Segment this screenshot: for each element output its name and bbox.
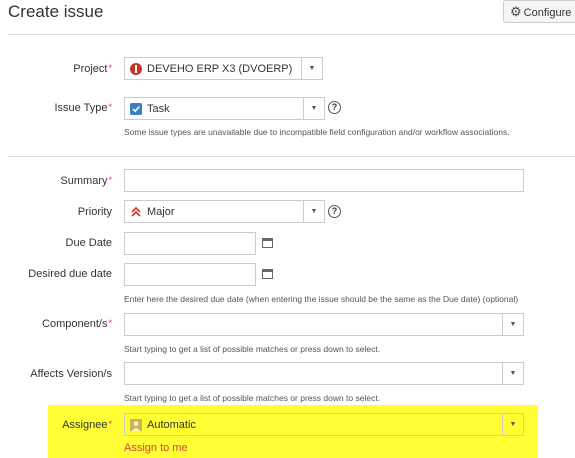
- issue-type-label: Issue Type*: [54, 102, 112, 114]
- required-marker: *: [108, 175, 112, 185]
- issue-type-hint: Some issue types are unavailable due to …: [124, 127, 510, 137]
- components-hint: Start typing to get a list of possible m…: [124, 344, 381, 354]
- required-marker: *: [108, 419, 112, 429]
- header-divider: [8, 34, 575, 35]
- priority-major-icon: [131, 206, 141, 217]
- chevron-down-icon: ▼: [303, 98, 324, 119]
- summary-input[interactable]: [124, 169, 524, 192]
- task-icon: [130, 103, 142, 115]
- components-select[interactable]: ▼: [124, 313, 524, 336]
- priority-label: Priority: [77, 206, 112, 218]
- issue-type-select[interactable]: Task ▼: [124, 97, 325, 120]
- configure-label: Configure: [523, 7, 572, 19]
- project-select[interactable]: DEVEHO ERP X3 (DVOERP) ▼: [124, 57, 323, 80]
- help-icon[interactable]: ?: [328, 205, 341, 218]
- desired-due-date-label: Desired due date: [28, 268, 112, 280]
- due-date-label: Due Date: [65, 237, 112, 249]
- desired-due-date-input[interactable]: [124, 263, 256, 286]
- calendar-icon[interactable]: [262, 269, 273, 279]
- chevron-down-icon: ▼: [502, 314, 523, 335]
- due-date-input[interactable]: [124, 232, 256, 255]
- required-marker: *: [108, 102, 112, 112]
- issue-type-value: Task: [147, 103, 170, 115]
- assignee-value: Automatic: [147, 419, 196, 431]
- section-divider: [8, 156, 575, 157]
- calendar-icon[interactable]: [262, 238, 273, 248]
- required-marker: *: [108, 318, 112, 328]
- assign-to-me-link[interactable]: Assign to me: [124, 442, 188, 454]
- affects-versions-label: Affects Version/s: [30, 368, 112, 380]
- priority-select[interactable]: Major ▼: [124, 200, 325, 223]
- project-value: DEVEHO ERP X3 (DVOERP): [147, 63, 293, 75]
- affects-versions-select[interactable]: ▼: [124, 362, 524, 385]
- page-title: Create issue: [8, 2, 104, 21]
- required-marker: *: [108, 63, 112, 73]
- help-icon[interactable]: ?: [328, 101, 341, 114]
- desired-due-date-hint: Enter here the desired due date (when en…: [124, 294, 519, 304]
- chevron-down-icon: ▼: [301, 58, 322, 79]
- configure-button[interactable]: ⚙ Configure: [503, 0, 575, 23]
- priority-value: Major: [147, 206, 175, 218]
- assignee-label: Assignee*: [62, 419, 112, 431]
- affects-versions-hint: Start typing to get a list of possible m…: [124, 393, 381, 403]
- project-avatar-icon: [130, 63, 142, 75]
- assignee-select[interactable]: Automatic ▼: [124, 413, 524, 436]
- project-label: Project*: [73, 63, 112, 75]
- chevron-down-icon: ▼: [303, 201, 324, 222]
- components-label: Component/s*: [42, 318, 112, 330]
- gear-icon: ⚙: [510, 4, 522, 19]
- chevron-down-icon: ▼: [502, 414, 523, 435]
- chevron-down-icon: ▼: [502, 363, 523, 384]
- summary-label: Summary*: [60, 175, 112, 187]
- user-avatar-icon: [130, 419, 142, 431]
